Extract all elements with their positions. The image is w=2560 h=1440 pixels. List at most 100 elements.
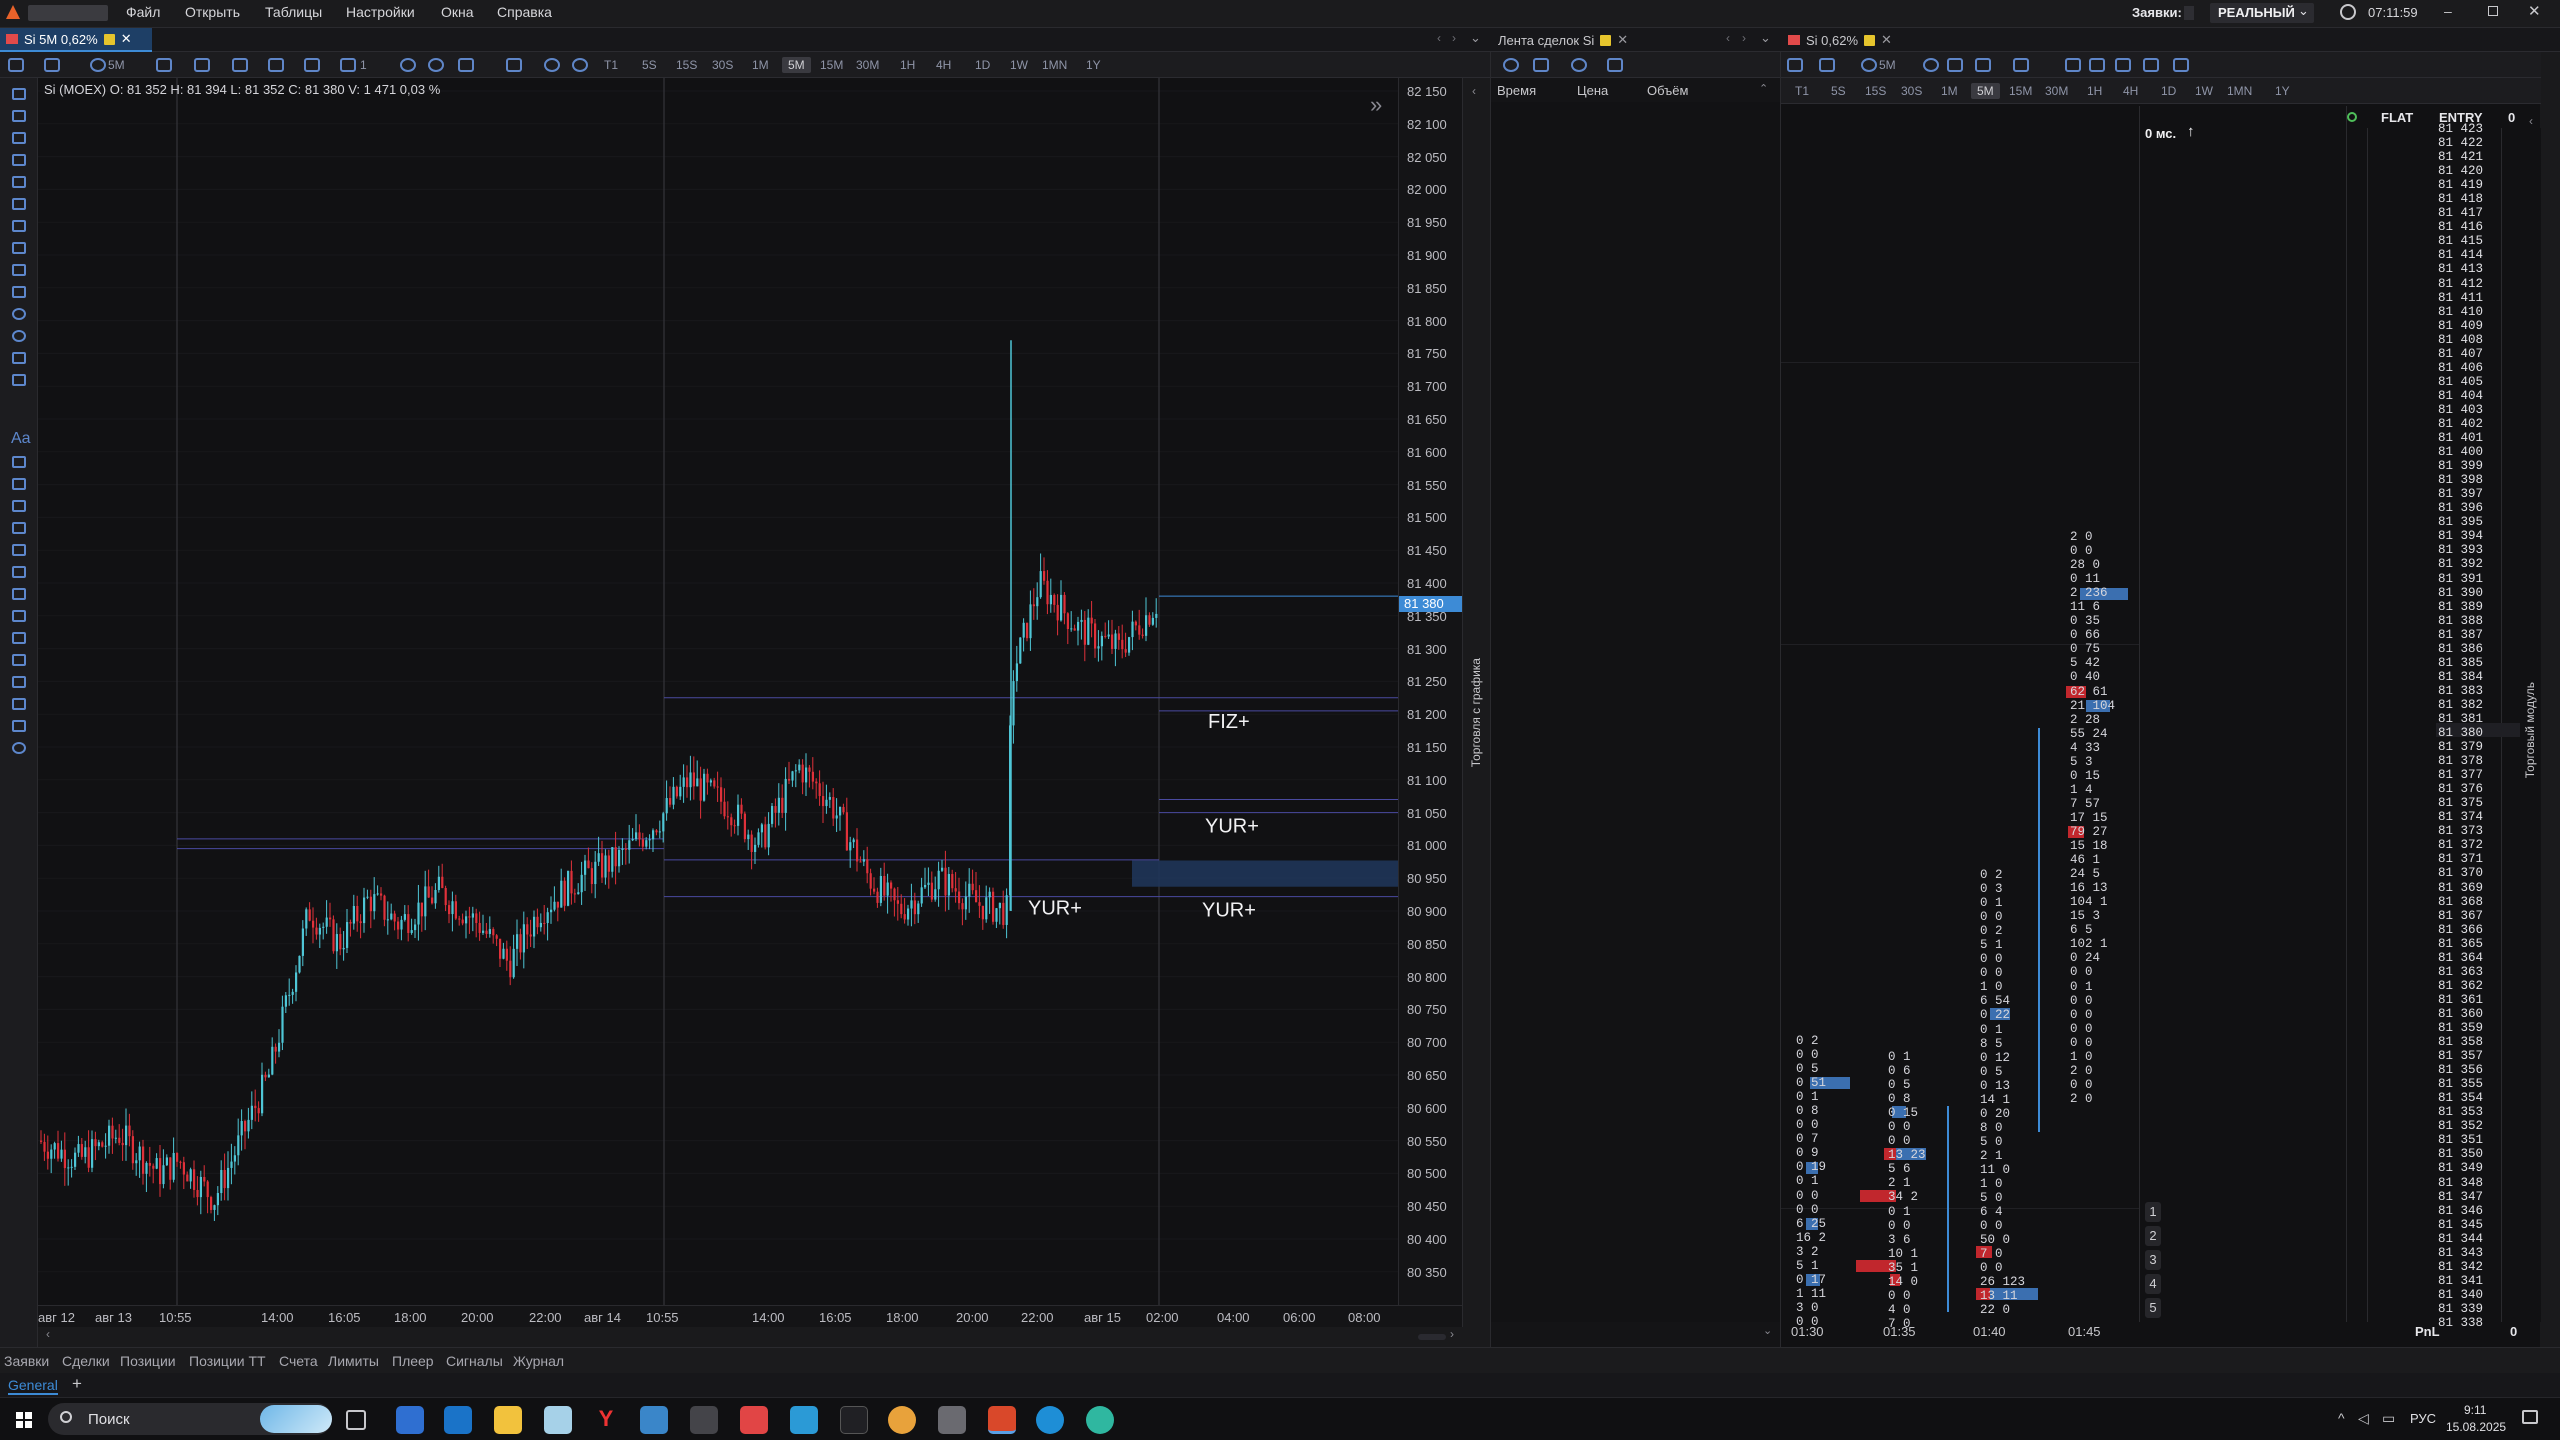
refresh-icon[interactable] bbox=[544, 58, 560, 72]
dom-tf-30s[interactable]: 30S bbox=[1901, 84, 1922, 98]
tray-arrow-icon[interactable]: ^ bbox=[2338, 1410, 2345, 1426]
app-icon[interactable] bbox=[544, 1406, 572, 1434]
dom-tf-1m[interactable]: 1M bbox=[1941, 84, 1958, 98]
sort-icon[interactable] bbox=[2173, 58, 2189, 72]
app-icon[interactable] bbox=[1086, 1406, 1114, 1434]
link-color-icon[interactable] bbox=[103, 33, 115, 45]
menu-file[interactable]: Файл bbox=[126, 4, 160, 20]
taskbar-date[interactable]: 15.08.2025 bbox=[2446, 1420, 2506, 1434]
outlook-icon[interactable] bbox=[444, 1406, 472, 1434]
chart-trade-sidebar[interactable]: ‹ Торговля с графика bbox=[1462, 78, 1490, 1327]
dom-tf-5s[interactable]: 5S bbox=[1831, 84, 1846, 98]
tab-dom[interactable]: Si 0,62% ✕ bbox=[1782, 28, 1902, 52]
yandex-icon[interactable]: Y bbox=[592, 1406, 620, 1434]
close-tab-icon[interactable]: ✕ bbox=[1617, 32, 1628, 48]
trading-app-icon[interactable] bbox=[988, 1406, 1016, 1434]
arrow-right-icon[interactable]: › bbox=[1742, 31, 1746, 45]
layers-icon[interactable] bbox=[2089, 58, 2105, 72]
tape-rows-area[interactable] bbox=[1491, 102, 1781, 1322]
star-icon[interactable] bbox=[12, 456, 26, 468]
count-select[interactable]: 1 bbox=[360, 58, 367, 72]
sort-icon[interactable] bbox=[458, 58, 474, 72]
price-chart[interactable]: FIZ+ YUR+ YUR+ YUR+ bbox=[38, 78, 1398, 1305]
time-axis[interactable]: авг 12 авг 13 10:55 14:00 16:05 18:00 20:00 22:… bbox=[38, 1305, 1462, 1327]
taskbar-time[interactable]: 9:11 bbox=[2464, 1403, 2486, 1417]
triangle-icon[interactable] bbox=[12, 374, 26, 386]
magnet-icon[interactable] bbox=[12, 698, 26, 710]
tf-4h[interactable]: 4H bbox=[936, 58, 951, 72]
scroll-left-icon[interactable]: ‹ bbox=[46, 1327, 50, 1341]
level-3-button[interactable]: 3 bbox=[2145, 1250, 2161, 1270]
tab-positions[interactable]: Позиции bbox=[120, 1353, 176, 1369]
dom-tf-1y[interactable]: 1Y bbox=[2275, 84, 2290, 98]
level-2-button[interactable]: 2 bbox=[2145, 1226, 2161, 1246]
dom-tf-1d[interactable]: 1D bbox=[2161, 84, 2176, 98]
task-view-icon[interactable] bbox=[346, 1410, 366, 1430]
pencil-icon[interactable] bbox=[12, 198, 26, 210]
tab-positions-tt[interactable]: Позиции ТТ bbox=[189, 1353, 266, 1369]
scroll-right-icon[interactable]: › bbox=[1450, 1327, 1454, 1341]
language-indicator[interactable]: РУС bbox=[2410, 1411, 2436, 1426]
minimize-icon[interactable]: – bbox=[2444, 3, 2452, 19]
menu-windows[interactable]: Окна bbox=[441, 4, 474, 20]
collapse-arrow-icon[interactable]: ‹ bbox=[1472, 84, 1476, 98]
fib-icon[interactable] bbox=[12, 500, 26, 512]
collapse-arrow-icon[interactable]: ‹ bbox=[2529, 114, 2533, 128]
app-logo-icon[interactable] bbox=[6, 5, 20, 19]
tf-30m[interactable]: 30M bbox=[856, 58, 879, 72]
folder-icon[interactable] bbox=[44, 58, 60, 72]
tf-1d[interactable]: 1D bbox=[975, 58, 990, 72]
menu-open[interactable]: Открыть bbox=[185, 4, 240, 20]
line-tool-icon[interactable] bbox=[12, 88, 26, 100]
trash-icon[interactable] bbox=[1607, 58, 1623, 72]
price-ladder[interactable]: 81 423 81 422 81 421 81 420 81 419 81 41… bbox=[2438, 122, 2498, 1330]
level-4-button[interactable]: 4 bbox=[2145, 1274, 2161, 1294]
shield-alt-icon[interactable] bbox=[2143, 58, 2159, 72]
level-5-button[interactable]: 5 bbox=[2145, 1298, 2161, 1318]
notification-icon[interactable] bbox=[2522, 1410, 2538, 1424]
file-icon[interactable] bbox=[340, 58, 356, 72]
tf-1mn[interactable]: 1MN bbox=[1042, 58, 1067, 72]
ruler-icon[interactable] bbox=[12, 632, 26, 644]
orders-indicator[interactable] bbox=[2184, 6, 2194, 20]
info-icon[interactable] bbox=[1923, 58, 1939, 72]
menu-settings[interactable]: Настройки bbox=[346, 4, 415, 20]
copy-icon[interactable] bbox=[2065, 58, 2081, 72]
chart-type-icon[interactable] bbox=[156, 58, 172, 72]
tab-chart[interactable]: Si 5M 0,62% ✕ bbox=[0, 28, 152, 52]
lines-icon[interactable] bbox=[12, 478, 26, 490]
circle-icon[interactable] bbox=[12, 308, 26, 320]
scroll-down-icon[interactable]: ⌄ bbox=[1763, 1324, 1772, 1337]
fan-icon[interactable] bbox=[12, 566, 26, 578]
rectangle-icon[interactable] bbox=[12, 352, 26, 364]
add-workspace-icon[interactable]: + bbox=[72, 1374, 82, 1394]
gann-icon[interactable] bbox=[12, 522, 26, 534]
menu-tables[interactable]: Таблицы bbox=[265, 4, 322, 20]
eraser-icon[interactable] bbox=[12, 676, 26, 688]
dom-tf-1h[interactable]: 1H bbox=[2087, 84, 2102, 98]
level-1-button[interactable]: 1 bbox=[2145, 1202, 2161, 1222]
price-axis[interactable]: 82 150 82 100 82 050 82 000 81 950 81 900 81 8… bbox=[1398, 78, 1463, 1305]
pen-icon[interactable] bbox=[12, 242, 26, 254]
vertical-line-icon[interactable] bbox=[12, 132, 26, 144]
dom-tf-1w[interactable]: 1W bbox=[2195, 84, 2213, 98]
app-icon[interactable] bbox=[740, 1406, 768, 1434]
tf-1w[interactable]: 1W bbox=[1010, 58, 1028, 72]
folder-icon[interactable] bbox=[1819, 58, 1835, 72]
workspace-tab-general[interactable]: General bbox=[8, 1377, 58, 1395]
arrow-left-icon[interactable]: ‹ bbox=[1437, 31, 1441, 45]
curve-icon[interactable] bbox=[12, 610, 26, 622]
measure-icon[interactable] bbox=[12, 654, 26, 666]
trend-icon[interactable] bbox=[12, 588, 26, 600]
link-color-icon[interactable] bbox=[1864, 34, 1876, 46]
zoom-in-icon[interactable] bbox=[400, 58, 416, 72]
windows-start-icon[interactable] bbox=[16, 1412, 32, 1428]
chart-h-scrollbar[interactable] bbox=[1418, 1334, 1446, 1340]
close-tab-icon[interactable]: ✕ bbox=[1881, 32, 1892, 48]
tf-1h[interactable]: 1H bbox=[900, 58, 915, 72]
menu-help[interactable]: Справка bbox=[497, 4, 552, 20]
bell-icon[interactable] bbox=[12, 176, 26, 188]
brush-icon[interactable] bbox=[12, 220, 26, 232]
explorer-icon[interactable] bbox=[494, 1406, 522, 1434]
arrow-right-icon[interactable]: › bbox=[1452, 31, 1456, 45]
